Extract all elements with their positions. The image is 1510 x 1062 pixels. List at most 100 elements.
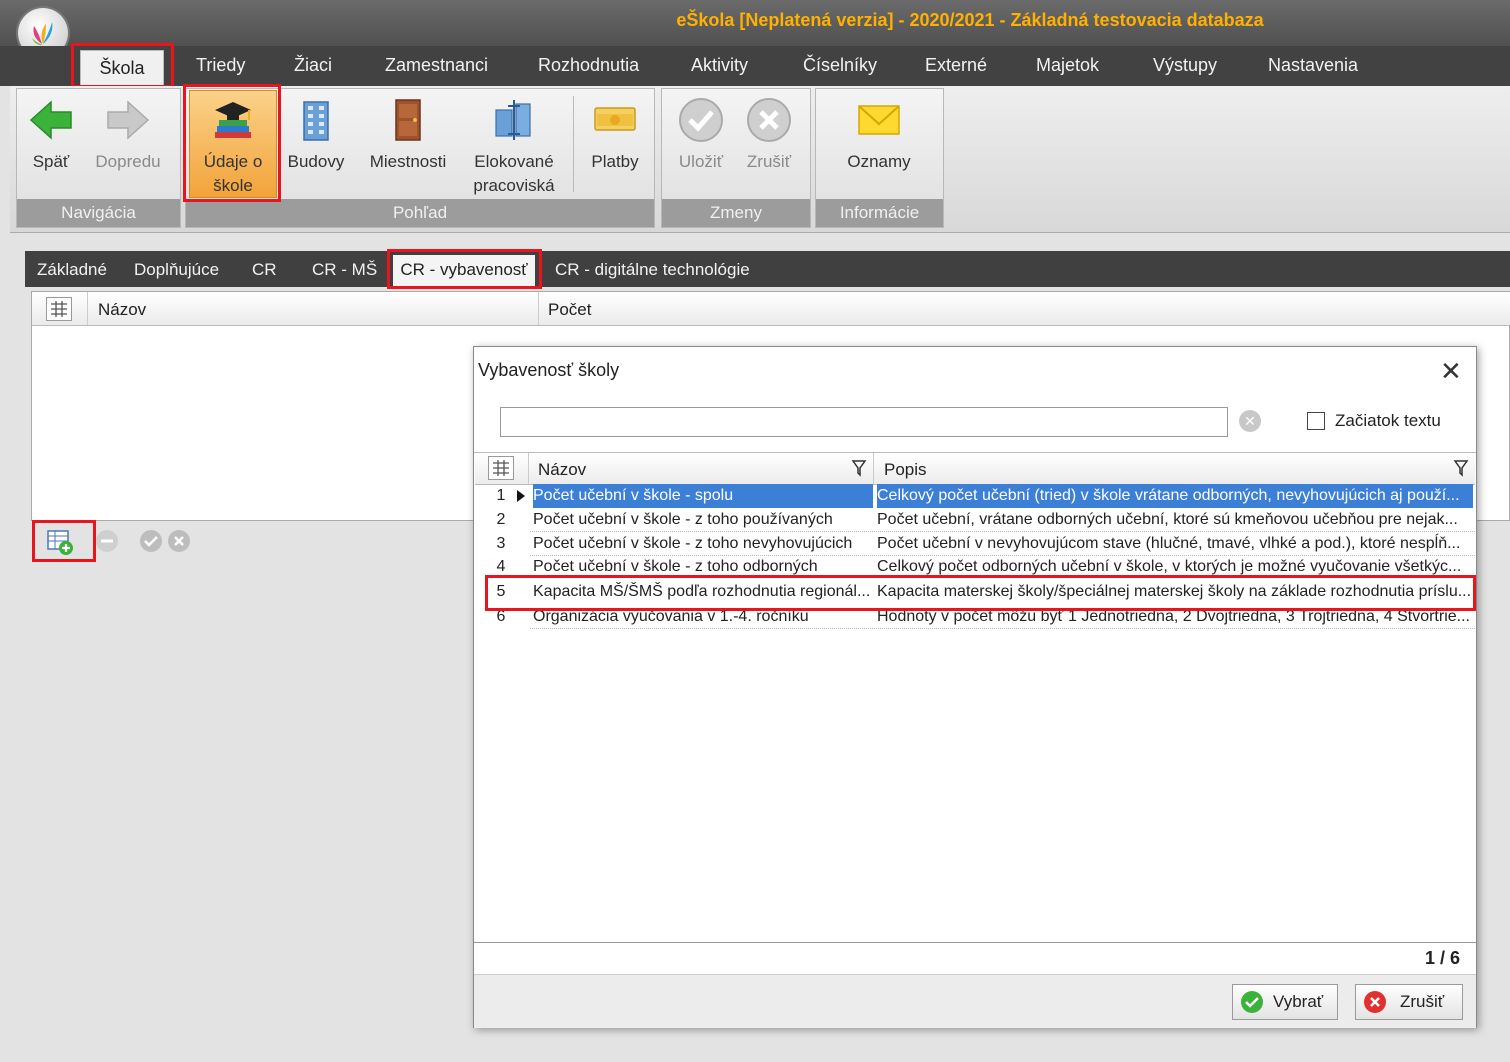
tab-cr-ms[interactable]: CR - MŠ [312,260,377,280]
row-desc: Počet učební v nevyhovujúcom stave (hluč… [877,535,1461,552]
minus-icon [101,539,113,543]
select-button[interactable]: Vybrať [1232,984,1338,1020]
row-desc: Celkový počet odborných učební v škole, … [877,558,1462,575]
oznamy-button[interactable]: Oznamy [840,96,918,174]
column-header-name[interactable]: Názov [98,300,146,320]
cancel-row-button[interactable] [168,530,190,552]
dialog-close-icon[interactable]: ✕ [1440,358,1462,384]
dialog-title: Vybavenosť školy [478,360,620,380]
row-desc: Kapacita materskej školy/špeciálnej mate… [877,583,1472,600]
table-row[interactable]: 2 Počet učební v škole - z toho používan… [475,508,1475,532]
grid-footer-divider [474,942,1476,943]
header-divider [538,292,539,325]
elokovane-pracoviska-button[interactable]: Elokované pracoviská [468,96,560,198]
checkmark-icon [679,98,723,142]
dialog-column-name[interactable]: Názov [538,460,586,480]
platby-button[interactable]: Platby [584,96,646,174]
row-name: Počet učební v škole - z toho používanýc… [533,511,833,528]
starts-with-checkbox[interactable] [1307,412,1325,430]
row-desc: Počet učební, vrátane odborných učební, … [877,511,1458,528]
clear-search-icon[interactable]: ✕ [1239,410,1261,432]
table-row[interactable]: 1 Počet učební v škole - spolu Celkový p… [475,484,1475,508]
tab-zakladne[interactable]: Základné [37,260,107,280]
menu-triedy[interactable]: Triedy [196,55,245,76]
udaje-label-1: Údaje o [203,152,263,171]
door-icon [395,99,421,141]
filter-desc-icon[interactable] [1453,459,1469,482]
row-number: 6 [496,611,506,625]
select-check-icon [1241,991,1263,1013]
tab-cr[interactable]: CR [252,260,277,280]
building-icon [303,101,329,141]
cancel-x-icon [1364,991,1386,1013]
save-label: Uložiť [678,152,724,171]
udaje-label-2: škole [213,176,253,195]
cancel-button[interactable]: Zrušiť [1355,984,1463,1020]
row-number: 3 [496,535,506,552]
add-row-button[interactable] [46,528,74,556]
menu-majetok[interactable]: Majetok [1036,55,1099,76]
remove-row-button[interactable] [96,530,118,552]
dialog-column-desc[interactable]: Popis [884,460,927,480]
forward-button[interactable]: Dopredu [90,96,166,174]
arrow-left-icon [29,100,72,140]
menu-vystupy[interactable]: Výstupy [1153,55,1217,76]
table-row[interactable]: 6 Organizácia vyučovania v 1.-4. ročníku… [475,611,1475,629]
columns-icon [493,460,509,476]
tab-cr-vybavenost[interactable]: CR - vybavenosť [393,255,535,287]
confirm-row-button[interactable] [140,530,162,552]
platby-label: Platby [591,152,639,171]
checkmark-small-icon [144,536,158,547]
header-divider [873,453,874,484]
row-name: Organizácia vyučovania v 1.-4. ročníku [533,611,809,625]
dialog-column-chooser[interactable] [488,456,514,480]
search-input[interactable] [500,407,1228,437]
starts-with-label: Začiatok textu [1335,411,1441,430]
row-number: 4 [496,558,506,575]
table-row[interactable]: 3 Počet učební v škole - z toho nevyhovu… [475,532,1475,556]
tab-cr-digitalne[interactable]: CR - digitálne technológie [555,260,750,280]
menu-externe[interactable]: Externé [925,55,987,76]
row-name: Kapacita MŠ/ŠMŠ podľa rozhodnutia region… [533,583,871,600]
row-desc: Celkový počet učební (tried) v škole vrá… [877,484,1473,508]
back-button[interactable]: Späť [22,96,80,174]
menu-skola[interactable]: Škola [80,50,164,88]
grid-header [32,292,1510,326]
back-label: Späť [32,152,70,171]
header-divider [528,453,529,484]
cancel-ribbon-button[interactable]: Zrušiť [740,96,798,174]
menu-ziaci[interactable]: Žiaci [294,55,332,76]
cancel-icon [747,98,791,142]
miestnosti-button[interactable]: Miestnosti [364,96,452,174]
row-number: 5 [496,583,506,600]
budovy-button[interactable]: Budovy [284,96,348,174]
elokovane-label-2: pracoviská [473,176,555,195]
row-number: 2 [496,511,506,528]
row-name: Počet učební v škole - spolu [533,484,873,508]
table-row[interactable]: 4 Počet učební v škole - z toho odbornýc… [475,555,1475,575]
udaje-o-skole-button[interactable]: Údaje o škole [194,96,272,198]
column-header-count[interactable]: Počet [548,300,591,320]
menu-nastavenia[interactable]: Nastavenia [1268,55,1358,76]
row-desc: Hodnoty v počet môžu byť 1 Jednotriedna,… [877,611,1470,625]
menu-rozhodnutia[interactable]: Rozhodnutia [538,55,639,76]
table-row[interactable]: 5 Kapacita MŠ/ŠMŠ podľa rozhodnutia regi… [475,580,1475,604]
elokovane-label-1: Elokované [474,152,554,171]
menu-zamestnanci[interactable]: Zamestnanci [385,55,488,76]
forward-label: Dopredu [95,152,161,171]
group-label-navigacia: Navigácia [17,199,180,227]
add-row-icon [47,530,73,555]
save-button[interactable]: Uložiť [672,96,730,174]
filter-name-icon[interactable] [851,459,867,482]
money-icon [594,107,636,131]
cancel-ribbon-label: Zrušiť [746,152,792,171]
column-chooser-icon[interactable] [46,297,72,321]
menu-aktivity[interactable]: Aktivity [691,55,748,76]
menu-ciselniky[interactable]: Číselníky [803,55,877,76]
tab-strip [25,251,1510,287]
group-label-informacie: Informácie [816,199,943,227]
tab-doplnujuce[interactable]: Doplňujúce [134,260,219,280]
row-pointer-icon [517,490,525,502]
cancel-label: Zrušiť [1400,992,1445,1011]
group-label-zmeny: Zmeny [662,199,810,227]
